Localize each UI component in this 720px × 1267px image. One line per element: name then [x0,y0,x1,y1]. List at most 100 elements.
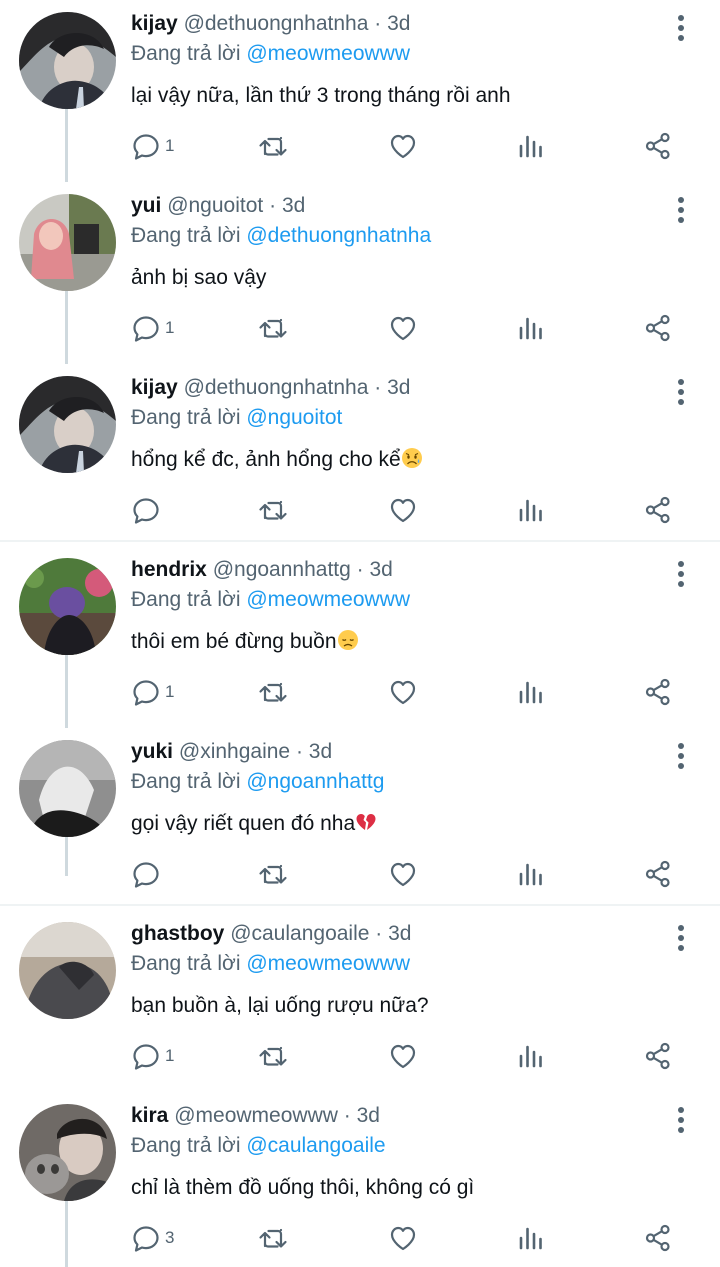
share-button[interactable] [643,310,673,346]
views-icon [516,677,546,707]
user-handle[interactable]: @nguoitot [167,194,263,217]
heart-icon [388,677,418,707]
like-button[interactable] [388,128,418,164]
avatar[interactable] [19,376,116,473]
tweet-text-body: bạn buồn à, lại uống rượu nữa? [131,994,429,1017]
retweet-button[interactable] [258,310,288,346]
like-button[interactable] [388,1220,418,1256]
tweet-text: ảnh bị sao vậy [131,264,266,292]
more-vertical-icon[interactable] [668,924,694,952]
display-name[interactable]: yuki [131,740,173,763]
user-handle[interactable]: @dethuongnhatnha [184,12,369,35]
views-button[interactable] [516,128,546,164]
timestamp[interactable]: 3d [387,376,410,399]
share-button[interactable] [643,492,673,528]
replying-to-handle[interactable]: @meowmeowww [246,588,410,611]
replying-to-handle[interactable]: @caulangoaile [246,1134,385,1157]
timestamp[interactable]: 3d [388,922,411,945]
more-vertical-icon[interactable] [668,196,694,224]
more-vertical-icon[interactable] [668,378,694,406]
share-button[interactable] [643,1220,673,1256]
reply-button[interactable]: 1 [131,1038,174,1074]
tweet-text-body: lại vậy nữa, lần thứ 3 trong tháng rồi a… [131,84,511,107]
retweet-button[interactable] [258,674,288,710]
more-vertical-icon[interactable] [668,560,694,588]
replying-to-handle[interactable]: @meowmeowww [246,952,410,975]
retweet-button[interactable] [258,128,288,164]
like-button[interactable] [388,310,418,346]
separator-dot: · [295,740,303,763]
like-button[interactable] [388,674,418,710]
reply-button[interactable] [131,492,165,528]
more-vertical-icon[interactable] [668,742,694,770]
timestamp[interactable]: 3d [387,12,410,35]
replying-to-handle[interactable]: @dethuongnhatnha [246,224,431,247]
like-button[interactable] [388,492,418,528]
replying-to-handle[interactable]: @meowmeowww [246,42,410,65]
avatar[interactable] [19,558,116,655]
avatar[interactable] [19,12,116,109]
timestamp[interactable]: 3d [309,740,332,763]
tweet-header: kijay @dethuongnhatnha · 3d [131,374,410,402]
tweet-text: lại vậy nữa, lần thứ 3 trong tháng rồi a… [131,82,511,110]
tweet-text: thôi em bé đừng buồn [131,628,359,656]
reply-button[interactable]: 1 [131,310,174,346]
worried-face-emoji [401,448,423,471]
avatar[interactable] [19,194,116,291]
views-button[interactable] [516,674,546,710]
tweet-actions [131,856,691,892]
retweet-button[interactable] [258,1220,288,1256]
like-button[interactable] [388,1038,418,1074]
user-handle[interactable]: @caulangoaile [230,922,369,945]
views-button[interactable] [516,492,546,528]
reply-button[interactable]: 1 [131,674,174,710]
timestamp[interactable]: 3d [370,558,393,581]
retweet-icon [258,1223,288,1253]
tweet-actions: 1 [131,674,691,710]
display-name[interactable]: kijay [131,12,178,35]
replying-to-handle[interactable]: @ngoannhattg [246,770,384,793]
timestamp[interactable]: 3d [357,1104,380,1127]
reply-button[interactable]: 3 [131,1220,174,1256]
reply-button[interactable] [131,856,165,892]
user-handle[interactable]: @ngoannhattg [213,558,351,581]
display-name[interactable]: kira [131,1104,168,1127]
more-vertical-icon[interactable] [668,1106,694,1134]
share-button[interactable] [643,1038,673,1074]
share-button[interactable] [643,128,673,164]
display-name[interactable]: hendrix [131,558,207,581]
views-button[interactable] [516,856,546,892]
retweet-button[interactable] [258,856,288,892]
retweet-button[interactable] [258,1038,288,1074]
separator-dot: · [375,922,383,945]
avatar[interactable] [19,922,116,1019]
like-button[interactable] [388,856,418,892]
views-button[interactable] [516,1220,546,1256]
broken-heart-emoji [355,812,377,835]
thread-line [65,290,68,364]
display-name[interactable]: yui [131,194,161,217]
retweet-button[interactable] [258,492,288,528]
reply-icon [131,1041,161,1071]
avatar[interactable] [19,1104,116,1201]
thread-line [65,108,68,182]
views-button[interactable] [516,1038,546,1074]
separator-dot: · [374,12,382,35]
user-handle[interactable]: @xinhgaine [179,740,290,763]
retweet-icon [258,859,288,889]
views-button[interactable] [516,310,546,346]
share-button[interactable] [643,856,673,892]
reply-button[interactable]: 1 [131,128,174,164]
timestamp[interactable]: 3d [282,194,305,217]
tweet-text: chỉ là thèm đồ uống thôi, không có gì [131,1174,474,1202]
more-vertical-icon[interactable] [668,14,694,42]
heart-icon [388,1223,418,1253]
display-name[interactable]: kijay [131,376,178,399]
display-name[interactable]: ghastboy [131,922,224,945]
user-handle[interactable]: @meowmeowww [174,1104,338,1127]
share-button[interactable] [643,674,673,710]
user-handle[interactable]: @dethuongnhatnha [184,376,369,399]
replying-to-handle[interactable]: @nguoitot [246,406,342,429]
avatar[interactable] [19,740,116,837]
views-icon [516,1041,546,1071]
